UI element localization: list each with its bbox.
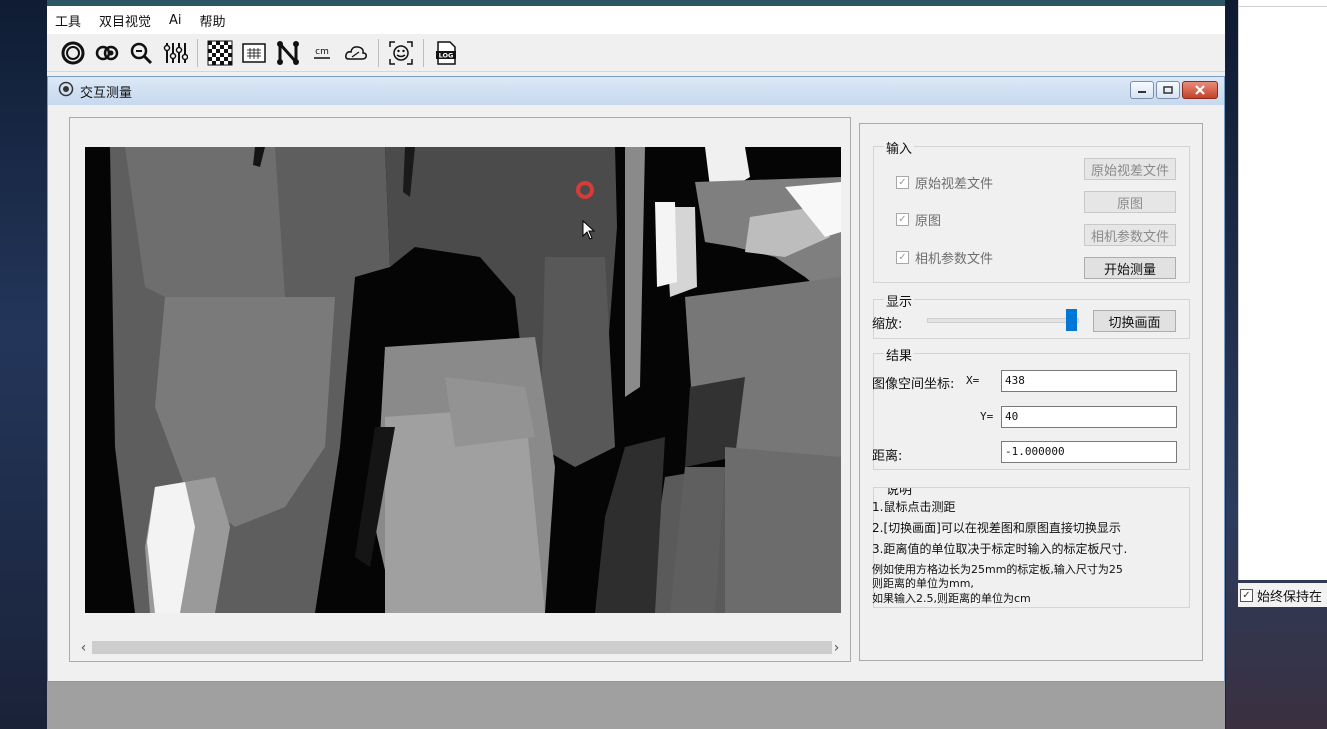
log-icon[interactable]: LOG bbox=[432, 38, 460, 68]
toolbar: cm LOG bbox=[47, 34, 1225, 72]
window-title: 交互测量 bbox=[80, 85, 133, 101]
chk-disparity-file[interactable]: ✓ 原始视差文件 bbox=[896, 173, 993, 192]
distance-field[interactable]: -1.000000 bbox=[1001, 441, 1177, 463]
y-coordinate-field[interactable]: 40 bbox=[1001, 406, 1177, 428]
scroll-left-icon[interactable]: ‹ bbox=[75, 639, 92, 656]
face-icon[interactable] bbox=[387, 38, 415, 68]
note-line: 则距离的单位为mm, bbox=[872, 577, 974, 590]
note-line: 1.鼠标点击测距 bbox=[872, 500, 956, 514]
start-measure-button[interactable]: 开始测量 bbox=[1084, 257, 1176, 279]
toolbar-separator bbox=[197, 38, 198, 67]
cloud-icon[interactable] bbox=[342, 38, 370, 68]
close-icon bbox=[1195, 85, 1205, 95]
zoom-icon[interactable] bbox=[127, 38, 155, 68]
maximize-button[interactable] bbox=[1156, 81, 1180, 99]
x-coordinate-field[interactable]: 438 bbox=[1001, 370, 1177, 392]
checkerboard-icon[interactable] bbox=[206, 38, 234, 68]
side-window bbox=[1238, 0, 1327, 580]
distance-label: 距离: bbox=[872, 449, 903, 464]
maximize-icon bbox=[1163, 86, 1173, 94]
zoom-slider-rail bbox=[927, 318, 1079, 323]
load-original-button[interactable]: 原图 bbox=[1084, 191, 1176, 213]
image-view-area: ‹ › bbox=[69, 117, 851, 662]
checkbox-icon: ✓ bbox=[896, 213, 909, 226]
menu-stereo-vision[interactable]: 双目视觉 bbox=[99, 11, 151, 30]
mouse-cursor-icon bbox=[582, 219, 596, 244]
note-line: 2.[切换画面]可以在视差图和原图直接切换显示 bbox=[872, 521, 1121, 535]
minimize-icon bbox=[1138, 91, 1146, 93]
load-disparity-button[interactable]: 原始视差文件 bbox=[1084, 158, 1176, 180]
scroll-thumb[interactable] bbox=[92, 641, 832, 654]
minimize-button[interactable] bbox=[1130, 81, 1154, 99]
stereo-icon[interactable] bbox=[93, 38, 121, 68]
grid-icon[interactable] bbox=[240, 38, 268, 68]
chk-disparity-label: 原始视差文件 bbox=[915, 177, 994, 192]
menu-help[interactable]: 帮助 bbox=[200, 11, 226, 30]
ring-icon[interactable] bbox=[59, 38, 87, 68]
toolbar-separator bbox=[378, 38, 379, 67]
menu-bar: 工具 双目视觉 Ai 帮助 bbox=[47, 6, 1225, 34]
chk-original-image[interactable]: ✓ 原图 bbox=[896, 210, 941, 229]
measure-window: 交互测量 ‹ › 输入 ✓ 原始视差文件 ✓ 原图 ✓ 相机参数文件 原始视差文… bbox=[47, 76, 1225, 682]
switch-view-button[interactable]: 切换画面 bbox=[1093, 310, 1176, 332]
checkbox-icon: ✓ bbox=[896, 176, 909, 189]
load-camera-params-button[interactable]: 相机参数文件 bbox=[1084, 224, 1176, 246]
chk-camera-params[interactable]: ✓ 相机参数文件 bbox=[896, 248, 993, 267]
toolbar-separator bbox=[423, 38, 424, 67]
chk-camera-label: 相机参数文件 bbox=[915, 252, 994, 267]
disparity-image[interactable] bbox=[85, 147, 841, 613]
input-group: 输入 ✓ 原始视差文件 ✓ 原图 ✓ 相机参数文件 原始视差文件 原图 相机参数文件 … bbox=[873, 138, 1190, 283]
result-group-legend: 结果 bbox=[884, 345, 915, 364]
checkbox-icon: ✓ bbox=[896, 251, 909, 264]
measure-window-titlebar[interactable]: 交互测量 bbox=[48, 77, 1224, 105]
graph-icon[interactable] bbox=[274, 38, 302, 68]
y-label: Y= bbox=[980, 410, 994, 423]
checkbox-icon: ✓ bbox=[1240, 588, 1253, 602]
measure-point-marker bbox=[576, 181, 594, 199]
note-line: 3.距离值的单位取决于标定时输入的标定板尺寸. bbox=[872, 542, 1128, 556]
window-app-icon bbox=[58, 81, 74, 101]
cm-icon[interactable]: cm bbox=[308, 38, 336, 68]
always-on-top-label: 始终保持在 bbox=[1257, 589, 1323, 605]
note-line: 如果输入2.5,则距离的单位为cm bbox=[872, 592, 1031, 605]
zoom-label: 缩放: bbox=[872, 317, 903, 332]
zoom-slider-thumb[interactable] bbox=[1066, 309, 1077, 331]
display-group-legend: 显示 bbox=[884, 291, 915, 310]
main-app-window: 工具 双目视觉 Ai 帮助 cm LOG 交互测量 ‹ › 输入 ✓ 原始视差文… bbox=[47, 0, 1225, 729]
cm-icon-label: cm bbox=[315, 47, 329, 57]
notes-group-legend: 说明 bbox=[884, 488, 915, 498]
zoom-slider[interactable] bbox=[927, 309, 1079, 331]
x-label: X= bbox=[966, 374, 980, 387]
log-icon-label: LOG bbox=[439, 51, 454, 59]
chk-original-label: 原图 bbox=[915, 214, 942, 229]
menu-tools[interactable]: 工具 bbox=[55, 11, 81, 30]
image-coord-label: 图像空间坐标: bbox=[872, 377, 955, 392]
close-button[interactable] bbox=[1182, 81, 1218, 99]
always-on-top-checkbox[interactable]: ✓ 始终保持在 bbox=[1238, 583, 1327, 607]
input-group-legend: 输入 bbox=[884, 138, 915, 157]
horizontal-scrollbar[interactable]: ‹ › bbox=[75, 639, 845, 656]
menu-ai[interactable]: Ai bbox=[169, 13, 182, 28]
disparity-map-graphic bbox=[85, 147, 841, 613]
app-status-area bbox=[47, 682, 1225, 729]
control-panel: 输入 ✓ 原始视差文件 ✓ 原图 ✓ 相机参数文件 原始视差文件 原图 相机参数文件 … bbox=[859, 123, 1203, 661]
sliders-icon[interactable] bbox=[161, 38, 189, 68]
